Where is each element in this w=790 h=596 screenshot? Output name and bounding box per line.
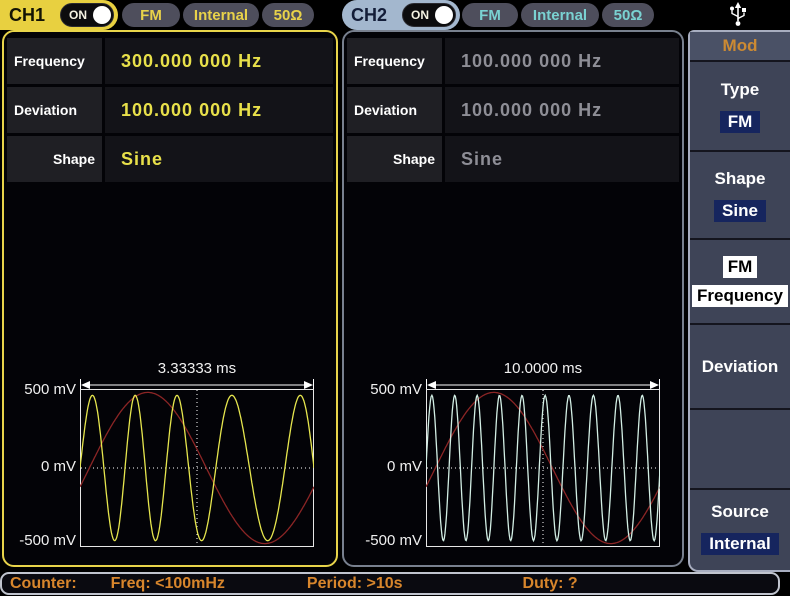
softkey-menu: Mod Type FM Shape Sine FM Frequency Devi… xyxy=(688,30,790,572)
table-row: Shape Sine xyxy=(7,136,333,182)
ch1-shape-value[interactable]: Sine xyxy=(105,136,333,182)
ch1-impedance-text: 50Ω xyxy=(274,7,303,24)
ch2-waveform-plot xyxy=(426,389,660,547)
softkey-shape[interactable]: Shape Sine xyxy=(690,152,790,240)
table-row: Shape Sine xyxy=(347,136,679,182)
source-value: Internal xyxy=(701,533,778,555)
ch2-frequency-label: Frequency xyxy=(347,38,442,84)
ch1-on-toggle[interactable]: ON xyxy=(60,3,114,27)
ch2-ylabel-top: 500 mV xyxy=(352,381,422,398)
softkey-source[interactable]: Source Internal xyxy=(690,490,790,566)
ch2-shape-value[interactable]: Sine xyxy=(445,136,679,182)
ch1-label: CH1 xyxy=(9,5,45,26)
ch1-deviation-label: Deviation xyxy=(7,87,102,133)
ch1-source-badge: Internal xyxy=(183,3,259,27)
counter-label: Counter: xyxy=(10,575,77,593)
ch2-shape-label: Shape xyxy=(347,136,442,182)
table-row: Deviation 100.000 000 Hz xyxy=(7,87,333,133)
menu-title-mod: Mod xyxy=(690,32,790,62)
ch2-deviation-value[interactable]: 100.000 000 Hz xyxy=(445,87,679,133)
deviation-label: Deviation xyxy=(702,357,779,377)
ch2-panel: Frequency 100.000 000 Hz Deviation 100.0… xyxy=(342,30,684,567)
ch2-ylabel-bottom: -500 mV xyxy=(352,532,422,549)
usb-icon xyxy=(728,2,748,28)
ch1-toggle-knob-icon xyxy=(93,6,111,24)
ch1-ylabel-bottom: -500 mV xyxy=(6,532,76,549)
ch2-impedance-badge: 50Ω xyxy=(602,3,654,27)
ch1-source-text: Internal xyxy=(194,7,248,24)
ch1-frequency-value[interactable]: 300.000 000 Hz xyxy=(105,38,333,84)
ch1-ylabel-zero: 0 mV xyxy=(6,458,76,475)
ch2-ylabel-zero: 0 mV xyxy=(352,458,422,475)
ch1-ylabel-top: 500 mV xyxy=(6,381,76,398)
softkey-type[interactable]: Type FM xyxy=(690,62,790,152)
ch2-header-pill: CH2 ON xyxy=(342,0,460,30)
signal-generator-screen: CH1 ON FM Internal 50Ω CH2 ON FM Interna… xyxy=(0,0,790,596)
ch1-frequency-label: Frequency xyxy=(7,38,102,84)
counter-duty: Duty: ? xyxy=(523,575,578,593)
ch2-on-label: ON xyxy=(411,8,429,22)
type-value: FM xyxy=(720,111,761,133)
fm-label: FM xyxy=(723,256,758,278)
ch2-source-text: Internal xyxy=(533,7,587,24)
ch1-on-label: ON xyxy=(69,8,87,22)
fm-frequency-value: Frequency xyxy=(692,285,788,307)
counter-period: Period: >10s xyxy=(307,575,403,593)
table-row: Deviation 100.000 000 Hz xyxy=(347,87,679,133)
ch1-shape-label: Shape xyxy=(7,136,102,182)
shape-value: Sine xyxy=(714,200,766,222)
ch1-waveform-plot xyxy=(80,389,314,547)
ch1-parameter-table: Frequency 300.000 000 Hz Deviation 100.0… xyxy=(7,38,333,182)
ch2-deviation-label: Deviation xyxy=(347,87,442,133)
ch2-label: CH2 xyxy=(351,5,387,26)
ch2-on-toggle[interactable]: ON xyxy=(402,3,456,27)
ch1-period-measurement: 3.33333 ms xyxy=(80,360,314,377)
type-label: Type xyxy=(721,80,759,100)
ch2-parameter-table: Frequency 100.000 000 Hz Deviation 100.0… xyxy=(347,38,679,182)
counter-frequency: Freq: <100mHz xyxy=(111,575,225,593)
counter-status-bar: Counter: Freq: <100mHz Period: >10s Duty… xyxy=(0,572,780,595)
shape-label: Shape xyxy=(714,169,765,189)
ch1-deviation-value[interactable]: 100.000 000 Hz xyxy=(105,87,333,133)
ch1-header-pill: CH1 ON xyxy=(0,0,118,30)
table-row: Frequency 100.000 000 Hz xyxy=(347,38,679,84)
softkey-deviation[interactable]: Deviation xyxy=(690,325,790,410)
ch2-period-measurement: 10.0000 ms xyxy=(426,360,660,377)
ch2-toggle-knob-icon xyxy=(435,6,453,24)
ch1-modulation-text: FM xyxy=(140,7,162,24)
ch1-impedance-badge: 50Ω xyxy=(262,3,314,27)
ch2-frequency-value[interactable]: 100.000 000 Hz xyxy=(445,38,679,84)
ch2-modulation-badge: FM xyxy=(462,3,518,27)
source-label: Source xyxy=(711,502,769,522)
usb-status-area xyxy=(686,0,790,30)
table-row: Frequency 300.000 000 Hz xyxy=(7,38,333,84)
softkey-blank xyxy=(690,410,790,490)
ch2-modulation-text: FM xyxy=(479,7,501,24)
ch2-impedance-text: 50Ω xyxy=(614,7,643,24)
softkey-fm-frequency[interactable]: FM Frequency xyxy=(690,240,790,325)
ch1-panel: Frequency 300.000 000 Hz Deviation 100.0… xyxy=(2,30,338,567)
ch2-source-badge: Internal xyxy=(521,3,599,27)
ch1-modulation-badge: FM xyxy=(122,3,180,27)
